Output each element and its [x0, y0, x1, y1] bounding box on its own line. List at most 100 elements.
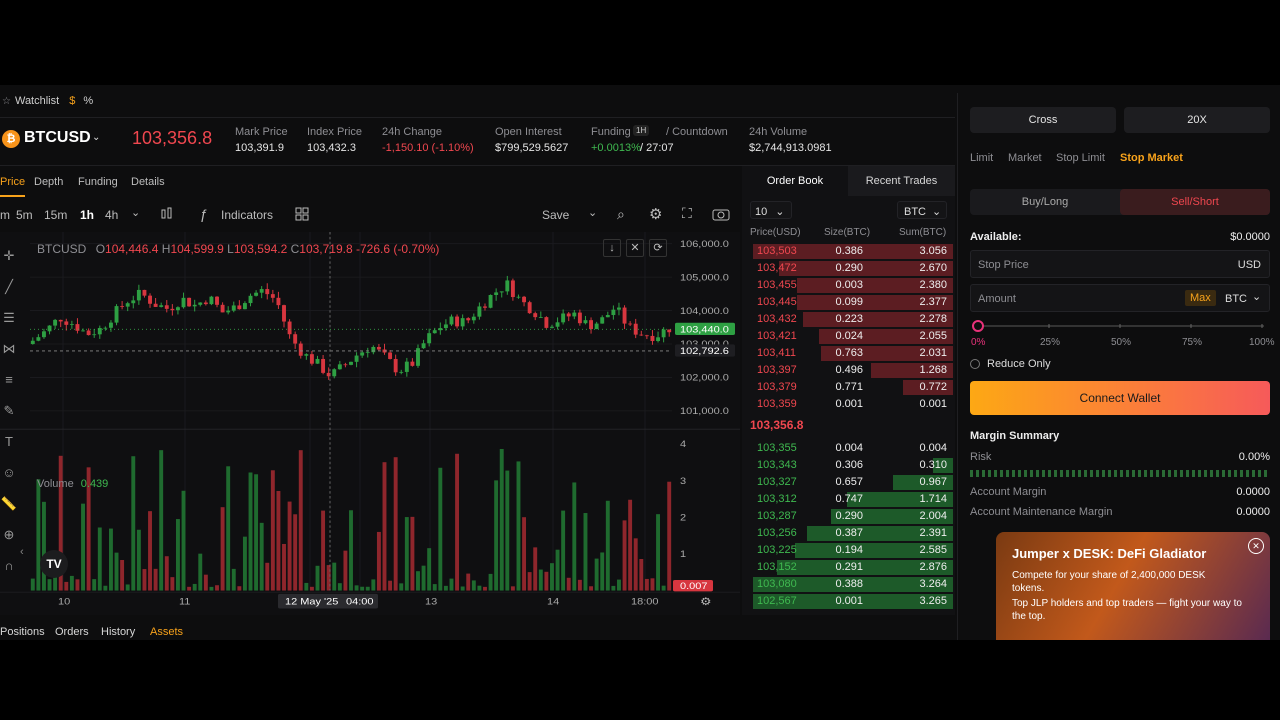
fib-icon[interactable]: ≡	[0, 364, 18, 395]
refresh-icon[interactable]: ⟳	[649, 239, 667, 257]
amount-input[interactable]: Amount Max BTC ⌄	[970, 284, 1270, 312]
connect-wallet-button[interactable]: Connect Wallet	[970, 381, 1270, 415]
ask-row[interactable]: 103,445 0.099 2.377	[742, 295, 955, 310]
slider-label-50[interactable]: 50%	[1111, 337, 1131, 348]
buy-long-button[interactable]: Buy/Long	[970, 189, 1120, 215]
chevron-down-icon[interactable]: ⌄	[1252, 290, 1261, 303]
layouts-icon[interactable]	[295, 207, 309, 224]
max-button[interactable]: Max	[1185, 290, 1216, 306]
tradingview-logo-icon[interactable]: TV	[40, 550, 68, 578]
quick-search-icon[interactable]: ⌕	[617, 206, 625, 223]
ruler-icon[interactable]: 📏	[0, 488, 18, 519]
orderbook-unit-select[interactable]: BTC ⌄	[897, 201, 947, 219]
star-icon[interactable]: ☆	[2, 96, 11, 107]
candle-type-icon[interactable]	[160, 207, 174, 224]
ask-row[interactable]: 103,411 0.763 2.031	[742, 346, 955, 361]
bid-row[interactable]: 102,567 0.001 3.265	[742, 594, 955, 609]
close-icon[interactable]: ✕	[1248, 538, 1264, 554]
watchlist-label[interactable]: Watchlist	[15, 95, 59, 107]
magnet-icon[interactable]: ∩	[0, 550, 18, 581]
funding-interval-select[interactable]: 1H	[633, 125, 650, 136]
ask-row[interactable]: 103,503 0.386 3.056	[742, 244, 955, 259]
chart-panel[interactable]: 106,000.0105,000.0104,000.0103,000.0102,…	[0, 232, 740, 615]
slider-label-0[interactable]: 0%	[971, 337, 985, 348]
stop-price-input[interactable]: Stop Price USD	[970, 250, 1270, 278]
orderbook-size-select[interactable]: 10 ⌄	[750, 201, 792, 219]
interval-1m[interactable]: m	[0, 208, 10, 222]
bid-row[interactable]: 103,287 0.290 2.004	[742, 509, 955, 524]
collapse-tools-icon[interactable]: ‹	[20, 546, 24, 558]
amount-unit-select[interactable]: BTC	[1225, 293, 1247, 305]
order-type-stop-limit[interactable]: Stop Limit	[1056, 152, 1105, 164]
tab-price[interactable]: Price	[0, 176, 26, 197]
interval-4h[interactable]: 4h	[105, 208, 118, 222]
ask-row[interactable]: 103,379 0.771 0.772	[742, 380, 955, 395]
interval-15m[interactable]: 15m	[44, 208, 67, 222]
chevron-down-icon[interactable]: ⌄	[588, 206, 597, 219]
interval-1h[interactable]: 1h	[80, 208, 94, 222]
bid-row[interactable]: 103,256 0.387 2.391	[742, 526, 955, 541]
bid-row[interactable]: 103,327 0.657 0.967	[742, 475, 955, 490]
ask-row[interactable]: 103,359 0.001 0.001	[742, 397, 955, 412]
indicators-button[interactable]: Indicators	[221, 208, 273, 222]
bid-row[interactable]: 103,080 0.388 3.264	[742, 577, 955, 592]
save-button[interactable]: Save	[542, 208, 569, 222]
ask-row[interactable]: 103,397 0.496 1.268	[742, 363, 955, 378]
bid-row[interactable]: 103,152 0.291 2.876	[742, 560, 955, 575]
emoji-icon[interactable]: ☺	[0, 457, 18, 488]
bid-row[interactable]: 103,225 0.194 2.585	[742, 543, 955, 558]
slider-label-75[interactable]: 75%	[1182, 337, 1202, 348]
bid-row[interactable]: 103,343 0.306 0.310	[742, 458, 955, 473]
ask-row[interactable]: 103,421 0.024 2.055	[742, 329, 955, 344]
close-icon[interactable]: ✕	[626, 239, 644, 257]
indicators-icon[interactable]: ƒ	[200, 206, 208, 222]
tab-history[interactable]: History	[101, 626, 135, 638]
trendline-icon[interactable]: ╱	[0, 271, 18, 302]
pattern-icon[interactable]: ⋈	[0, 333, 18, 364]
order-type-stop-market[interactable]: Stop Market	[1120, 152, 1183, 164]
ask-row[interactable]: 103,455 0.003 2.380	[742, 278, 955, 293]
watchlist-dollar-toggle[interactable]: $	[69, 95, 75, 107]
crosshair-icon[interactable]: ✛	[0, 240, 18, 271]
watchlist-percent-toggle[interactable]: %	[83, 95, 93, 107]
slider-label-100[interactable]: 100%	[1249, 337, 1275, 348]
interval-5m[interactable]: 5m	[16, 208, 33, 222]
candle	[164, 305, 169, 309]
volume-bar	[522, 517, 527, 591]
tab-recent-trades[interactable]: Recent Trades	[848, 166, 955, 196]
market-symbol[interactable]: BTCUSD	[24, 129, 91, 147]
tab-order-book[interactable]: Order Book	[742, 166, 848, 196]
candle	[443, 324, 448, 329]
brush-icon[interactable]: ✎	[0, 395, 18, 426]
text-icon[interactable]: T	[0, 426, 18, 457]
bid-row[interactable]: 103,312 0.747 1.714	[742, 492, 955, 507]
arrow-down-icon[interactable]: ↓	[603, 239, 621, 257]
sell-short-button[interactable]: Sell/Short	[1120, 189, 1270, 215]
camera-icon[interactable]	[712, 207, 730, 224]
settings-icon[interactable]: ⚙	[649, 205, 662, 223]
order-type-limit[interactable]: Limit	[970, 152, 993, 164]
margin-mode-button[interactable]: Cross	[970, 107, 1116, 133]
tab-orders[interactable]: Orders	[55, 626, 89, 638]
reduce-only-label[interactable]: Reduce Only	[987, 358, 1051, 370]
chevron-down-icon[interactable]: ⌄	[131, 206, 140, 219]
fullscreen-icon[interactable]: ⛶	[682, 205, 692, 222]
chevron-down-icon[interactable]: ⌄	[92, 132, 100, 143]
promo-banner[interactable]: Jumper x DESK: DeFi Gladiator Compete fo…	[996, 532, 1270, 640]
tab-depth[interactable]: Depth	[34, 176, 63, 188]
tab-assets[interactable]: Assets	[150, 626, 183, 638]
leverage-button[interactable]: 20X	[1124, 107, 1270, 133]
reduce-only-radio[interactable]	[970, 359, 980, 369]
horizontal-lines-icon[interactable]: ☰	[0, 302, 18, 333]
amount-slider[interactable]	[970, 319, 1270, 333]
tab-funding[interactable]: Funding	[78, 176, 118, 188]
ask-row[interactable]: 103,432 0.223 2.278	[742, 312, 955, 327]
bid-row[interactable]: 103,355 0.004 0.004	[742, 441, 955, 456]
tab-positions[interactable]: Positions	[0, 626, 45, 638]
slider-label-25[interactable]: 25%	[1040, 337, 1060, 348]
order-type-market[interactable]: Market	[1008, 152, 1042, 164]
zoom-icon[interactable]: ⊕	[0, 519, 18, 550]
price-chart[interactable]: 106,000.0105,000.0104,000.0103,000.0102,…	[0, 232, 740, 615]
tab-details[interactable]: Details	[131, 176, 165, 188]
ask-row[interactable]: 103,472 0.290 2.670	[742, 261, 955, 276]
